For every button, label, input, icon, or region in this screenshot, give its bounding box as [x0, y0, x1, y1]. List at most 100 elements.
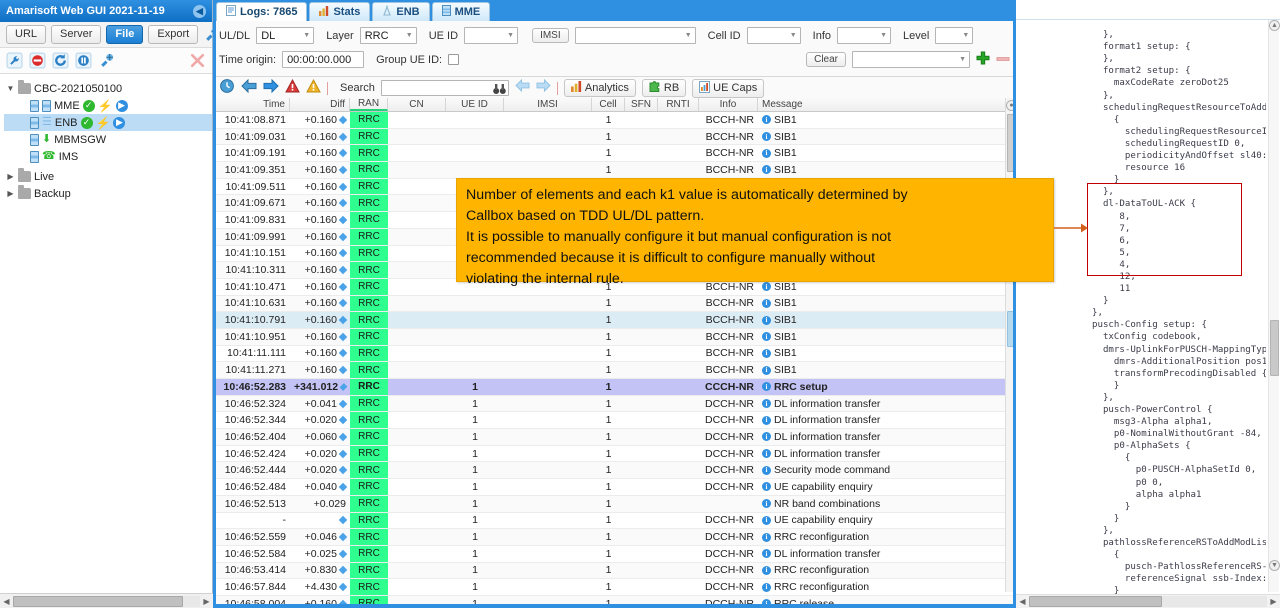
scroll-thumb[interactable]	[13, 595, 183, 607]
pause-icon[interactable]	[75, 52, 92, 69]
col-header-cn[interactable]: CN	[388, 98, 446, 111]
arrow-left-icon[interactable]	[241, 78, 257, 98]
warning-icon[interactable]	[306, 78, 321, 98]
delete-icon[interactable]	[189, 52, 206, 69]
tab-mme[interactable]: MME	[431, 2, 491, 21]
col-header-diff[interactable]: Diff	[290, 98, 350, 111]
scroll-left-icon[interactable]: ◀	[0, 595, 13, 608]
table-row[interactable]: 10:46:53.414 +0.830 RRC 1 1 DCCH-NR i RRC recon…	[213, 562, 1016, 580]
export-button[interactable]: Export	[148, 25, 199, 44]
code-horizontal-scrollbar[interactable]: ◀ ▶	[1016, 594, 1280, 608]
clock-icon[interactable]	[219, 78, 235, 99]
tree-item-cbc[interactable]: ▼ CBC-2021050100	[4, 80, 212, 97]
table-row[interactable]: 10:41:09.031 +0.160 RRC 1 BCCH-NR i SIB1	[213, 128, 1016, 146]
col-header-time[interactable]: Time	[213, 98, 290, 111]
collapse-arrow-icon[interactable]: ▶	[6, 172, 15, 181]
table-row[interactable]: 10:41:09.191 +0.160 RRC 1 BCCH-NR i SIB1	[213, 145, 1016, 163]
scroll-thumb[interactable]	[1029, 596, 1162, 607]
table-row[interactable]: 10:41:09.351 +0.160 RRC 1 BCCH-NR i SIB1	[213, 162, 1016, 179]
table-row[interactable]: 10:41:10.951 +0.160 RRC 1 BCCH-NR i SIB1	[213, 328, 1016, 346]
col-header-info[interactable]: Info	[699, 98, 758, 111]
search-prev-icon[interactable]	[515, 78, 530, 97]
minus-icon[interactable]	[996, 54, 1010, 66]
bolt-icon[interactable]: ⚡	[96, 117, 111, 129]
table-row[interactable]: - RRC 1 1 DCCH-NR i UE capability enquiry	[213, 512, 1016, 530]
imsi-select[interactable]: ▼	[574, 27, 696, 44]
play-icon[interactable]: ▶	[115, 99, 128, 112]
col-header-ueid[interactable]: UE ID	[446, 98, 504, 111]
table-row[interactable]: 10:46:57.844 +4.430 RRC 1 1 DCCH-NR i RRC recon…	[213, 579, 1016, 596]
stop-icon[interactable]	[29, 52, 46, 69]
cellid-select[interactable]: ▼	[746, 27, 801, 44]
expand-arrow-icon[interactable]: ▼	[6, 84, 15, 93]
scroll-track[interactable]	[1029, 596, 1267, 607]
table-row[interactable]: 10:41:11.271 +0.160 RRC 1 BCCH-NR i SIB1	[213, 362, 1016, 379]
error-icon[interactable]	[285, 78, 300, 98]
col-header-cell[interactable]: Cell	[592, 98, 625, 111]
scroll-left-icon[interactable]: ◀	[1016, 595, 1029, 608]
file-button[interactable]: File	[106, 25, 144, 44]
table-row[interactable]: 10:41:11.111 +0.160 RRC 1 BCCH-NR i SIB1	[213, 345, 1016, 363]
table-row[interactable]: 10:46:52.559 +0.046 RRC 1 1 DCCH-NR i RRC recon…	[213, 529, 1016, 546]
table-row[interactable]: 10:41:10.631 +0.160 RRC 1 BCCH-NR i SIB1	[213, 295, 1016, 313]
tree-item-mbmsgw[interactable]: ⬇ MBMSGW	[4, 131, 212, 148]
col-header-imsi[interactable]: IMSI	[504, 98, 592, 111]
url-button[interactable]: URL	[6, 25, 47, 44]
scroll-right-icon[interactable]: ▶	[1267, 595, 1280, 608]
tree-item-ims[interactable]: ☎ IMS	[4, 148, 212, 165]
imsi-button[interactable]: IMSI	[532, 28, 569, 43]
time-origin-input[interactable]: 00:00:00.000	[282, 51, 365, 68]
uecaps-button[interactable]: UE Caps	[692, 78, 765, 98]
scroll-down-icon[interactable]: ▼	[1269, 560, 1280, 571]
tree-item-enb[interactable]: ☰ ENB ✓ ⚡ ▶	[4, 114, 212, 131]
table-row[interactable]: 10:41:08.871 +0.160 RRC 1 BCCH-NR i SIB1	[213, 112, 1016, 129]
collapse-arrow-icon[interactable]: ▶	[6, 189, 15, 198]
code-vertical-scrollbar[interactable]: ▲ ▼	[1268, 20, 1280, 592]
uldl-select[interactable]: DL ▼	[256, 27, 315, 44]
table-row[interactable]: 10:46:52.484 +0.040 RRC 1 1 DCCH-NR i UE capabi…	[213, 479, 1016, 496]
group-ueid-checkbox[interactable]	[448, 54, 460, 65]
col-header-ran[interactable]: RAN	[350, 98, 388, 111]
analytics-button[interactable]: Analytics	[563, 79, 636, 97]
bolt-icon[interactable]: ⚡	[98, 100, 113, 112]
table-row[interactable]: 10:41:10.791 +0.160 RRC 1 BCCH-NR i SIB1	[213, 312, 1016, 329]
chevron-left-icon[interactable]: ◀	[193, 4, 206, 18]
tab-stats[interactable]: Stats	[309, 2, 371, 21]
level-select[interactable]: ▼	[935, 27, 974, 44]
layer-select[interactable]: RRC ▼	[359, 27, 417, 44]
refresh-icon[interactable]	[52, 52, 69, 69]
tab-enb[interactable]: ENB	[372, 2, 430, 21]
tree-item-mme[interactable]: MME ✓ ⚡ ▶	[4, 97, 212, 114]
table-row[interactable]: 10:46:52.513 +0.029 RRC 1 1 i NR band combinat…	[213, 495, 1016, 513]
info-select[interactable]: ▼	[837, 27, 891, 44]
table-row[interactable]: 10:46:52.444 +0.020 RRC 1 1 DCCH-NR i Security …	[213, 462, 1016, 480]
wrench-icon[interactable]	[6, 52, 23, 69]
preset-select[interactable]: ▼	[852, 51, 970, 68]
tree-item-live[interactable]: ▶ Live	[4, 168, 212, 185]
col-header-sfn[interactable]: SFN	[625, 98, 658, 111]
ueid-select[interactable]: ▼	[464, 27, 519, 44]
table-row[interactable]: 10:46:52.424 +0.020 RRC 1 1 DCCH-NR i DL inform…	[213, 445, 1016, 463]
table-row[interactable]: 10:46:52.404 +0.060 RRC 1 1 DCCH-NR i DL inform…	[213, 429, 1016, 446]
code-text[interactable]: }, format1 setup: { }, format2 setup: { …	[1016, 29, 1266, 603]
table-row[interactable]: 10:46:52.283 +341.012 RRC 1 1 CCCH-NR i RRC set…	[213, 379, 1016, 396]
tab-logs[interactable]: Logs: 7865	[216, 2, 308, 21]
plug-icon[interactable]	[98, 52, 115, 69]
table-row[interactable]: 10:46:52.584 +0.025 RRC 1 1 DCCH-NR i DL inform…	[213, 545, 1016, 563]
sidebar-horizontal-scrollbar[interactable]: ◀ ▶	[0, 593, 213, 608]
arrow-right-icon[interactable]	[263, 78, 279, 98]
scroll-up-icon[interactable]: ▲	[1269, 20, 1280, 31]
tree-item-backup[interactable]: ▶ Backup	[4, 185, 212, 202]
clear-button[interactable]: Clear	[806, 52, 846, 67]
search-input[interactable]	[380, 80, 509, 96]
table-row[interactable]: 10:46:52.324 +0.041 RRC 1 1 DCCH-NR i DL inform…	[213, 395, 1016, 413]
rb-button[interactable]: RB	[641, 79, 687, 97]
search-next-icon[interactable]	[536, 78, 551, 97]
plus-icon[interactable]	[976, 51, 990, 68]
play-icon[interactable]: ▶	[113, 116, 126, 129]
col-header-message[interactable]: Message	[758, 98, 1016, 111]
scroll-thumb[interactable]	[1270, 320, 1279, 376]
server-button[interactable]: Server	[51, 25, 102, 44]
scroll-right-icon[interactable]: ▶	[200, 595, 213, 608]
col-header-rnti[interactable]: RNTI	[658, 98, 699, 111]
